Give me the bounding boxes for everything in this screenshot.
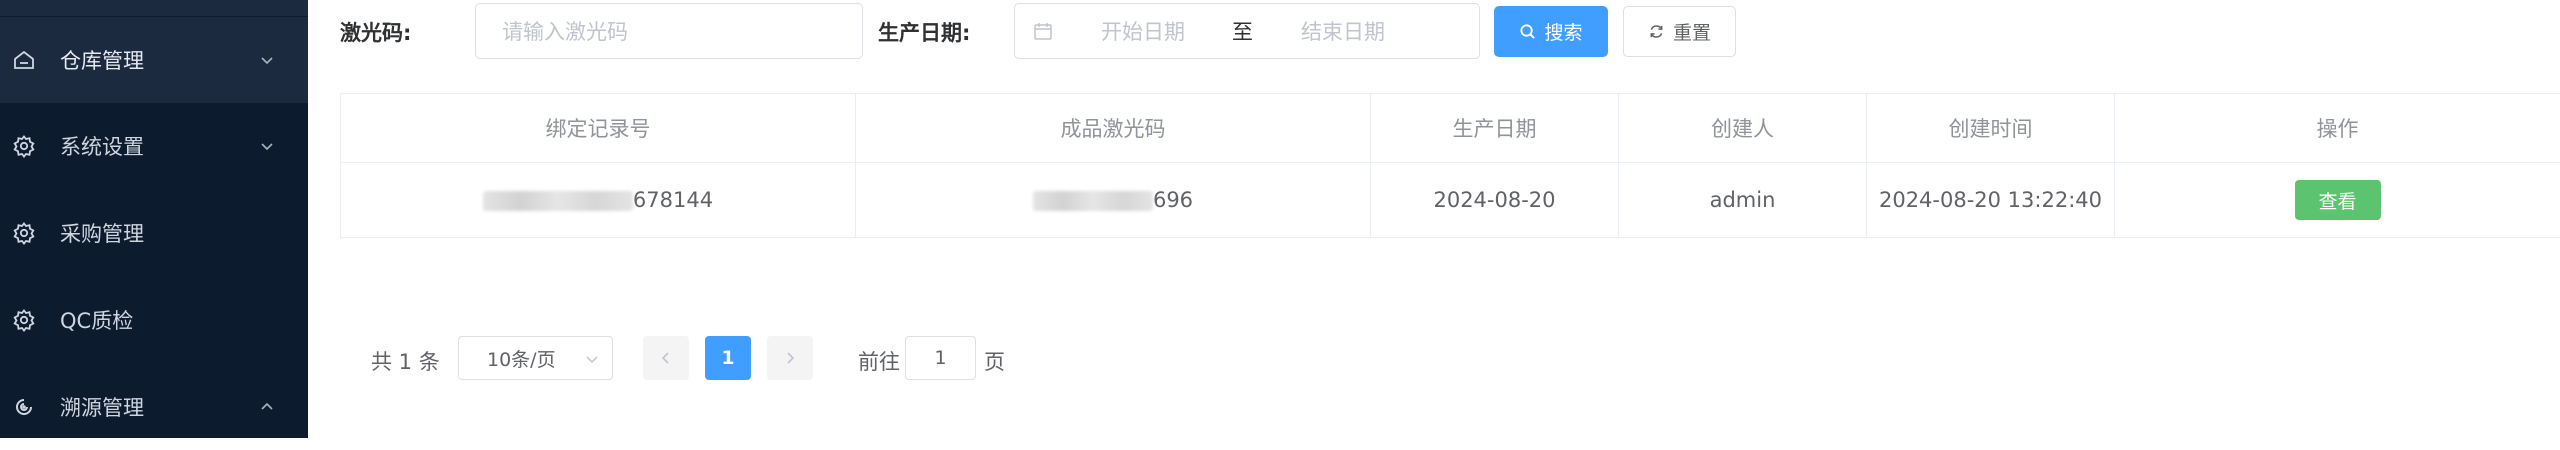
sidebar-item-purchasing[interactable]: 采购管理 [0, 190, 308, 276]
calendar-icon [1033, 21, 1053, 41]
start-date-placeholder[interactable]: 开始日期 [1101, 16, 1185, 46]
sidebar-item-label: 采购管理 [60, 218, 144, 248]
table-row: 678144 696 2024-08-20 admin 2024-08-20 1… [341, 163, 2560, 238]
chevron-down-icon [258, 137, 276, 155]
cell-created-at: 2024-08-20 13:22:40 [1867, 163, 2115, 238]
refresh-icon [1648, 23, 1665, 40]
data-table: 绑定记录号 成品激光码 生产日期 创建人 创建时间 操作 678144 696 … [340, 93, 2560, 238]
target-icon [12, 395, 36, 419]
chevron-down-icon [258, 51, 276, 69]
table-header-row: 绑定记录号 成品激光码 生产日期 创建人 创建时间 操作 [341, 94, 2560, 163]
chevron-right-icon [783, 351, 797, 365]
redacted-blur [483, 191, 633, 211]
column-header-record-no: 绑定记录号 [341, 94, 856, 163]
production-date-label: 生产日期: [878, 17, 970, 47]
pagination-total: 共 1 条 [371, 346, 440, 376]
gear-icon [12, 221, 36, 245]
search-button-label: 搜索 [1544, 18, 1582, 45]
laser-code-input[interactable]: 请输入激光码 [475, 3, 863, 59]
search-icon [1519, 23, 1536, 40]
sidebar-item-warehouse[interactable]: 仓库管理 [0, 17, 308, 103]
chevron-down-icon [584, 351, 600, 367]
date-range-picker[interactable]: 开始日期 至 结束日期 [1014, 3, 1480, 59]
sidebar-item-label: QC质检 [60, 305, 133, 335]
sidebar-item-system-settings[interactable]: 系统设置 [0, 103, 308, 189]
record-no-visible: 678144 [633, 188, 713, 212]
sidebar-item-label: 溯源管理 [60, 392, 144, 422]
chevron-up-icon [258, 398, 276, 416]
cell-creator: admin [1619, 163, 1867, 238]
page-number-current[interactable]: 1 [705, 336, 751, 380]
prev-page-button[interactable] [643, 336, 689, 380]
laser-code-visible: 696 [1153, 188, 1193, 212]
next-page-button[interactable] [767, 336, 813, 380]
page-size-select[interactable]: 10条/页 [458, 336, 613, 380]
column-header-actions: 操作 [2115, 94, 2560, 163]
sidebar-top-strip [0, 0, 308, 16]
goto-page-input[interactable]: 1 [905, 336, 976, 380]
column-header-laser-code: 成品激光码 [856, 94, 1371, 163]
gear-icon [12, 134, 36, 158]
column-header-production-date: 生产日期 [1371, 94, 1619, 163]
goto-suffix: 页 [984, 346, 1005, 376]
column-header-creator: 创建人 [1619, 94, 1867, 163]
sidebar-item-label: 系统设置 [60, 131, 144, 161]
sidebar-item-traceability[interactable]: 溯源管理 [0, 364, 308, 450]
laser-code-placeholder: 请输入激光码 [502, 16, 628, 46]
cell-laser-code: 696 [856, 163, 1371, 238]
search-button[interactable]: 搜索 [1494, 6, 1608, 57]
end-date-placeholder[interactable]: 结束日期 [1301, 16, 1385, 46]
cell-record-no: 678144 [341, 163, 856, 238]
column-header-created-at: 创建时间 [1867, 94, 2115, 163]
redacted-blur [1033, 191, 1153, 211]
cell-production-date: 2024-08-20 [1371, 163, 1619, 238]
sidebar-item-qc[interactable]: QC质检 [0, 277, 308, 363]
goto-prefix: 前往 [858, 346, 900, 376]
home-icon [12, 48, 36, 72]
gear-icon [12, 308, 36, 332]
reset-button-label: 重置 [1673, 18, 1711, 45]
page-size-value: 10条/页 [487, 345, 556, 372]
view-button[interactable]: 查看 [2295, 180, 2381, 220]
reset-button[interactable]: 重置 [1623, 6, 1736, 57]
laser-code-label: 激光码: [340, 17, 411, 47]
chevron-left-icon [659, 351, 673, 365]
date-separator: 至 [1232, 16, 1253, 46]
cell-actions: 查看 [2115, 163, 2560, 238]
sidebar-item-label: 仓库管理 [60, 45, 144, 75]
sidebar: 仓库管理 系统设置 采购管理 QC质检 溯源管理 [0, 0, 308, 438]
